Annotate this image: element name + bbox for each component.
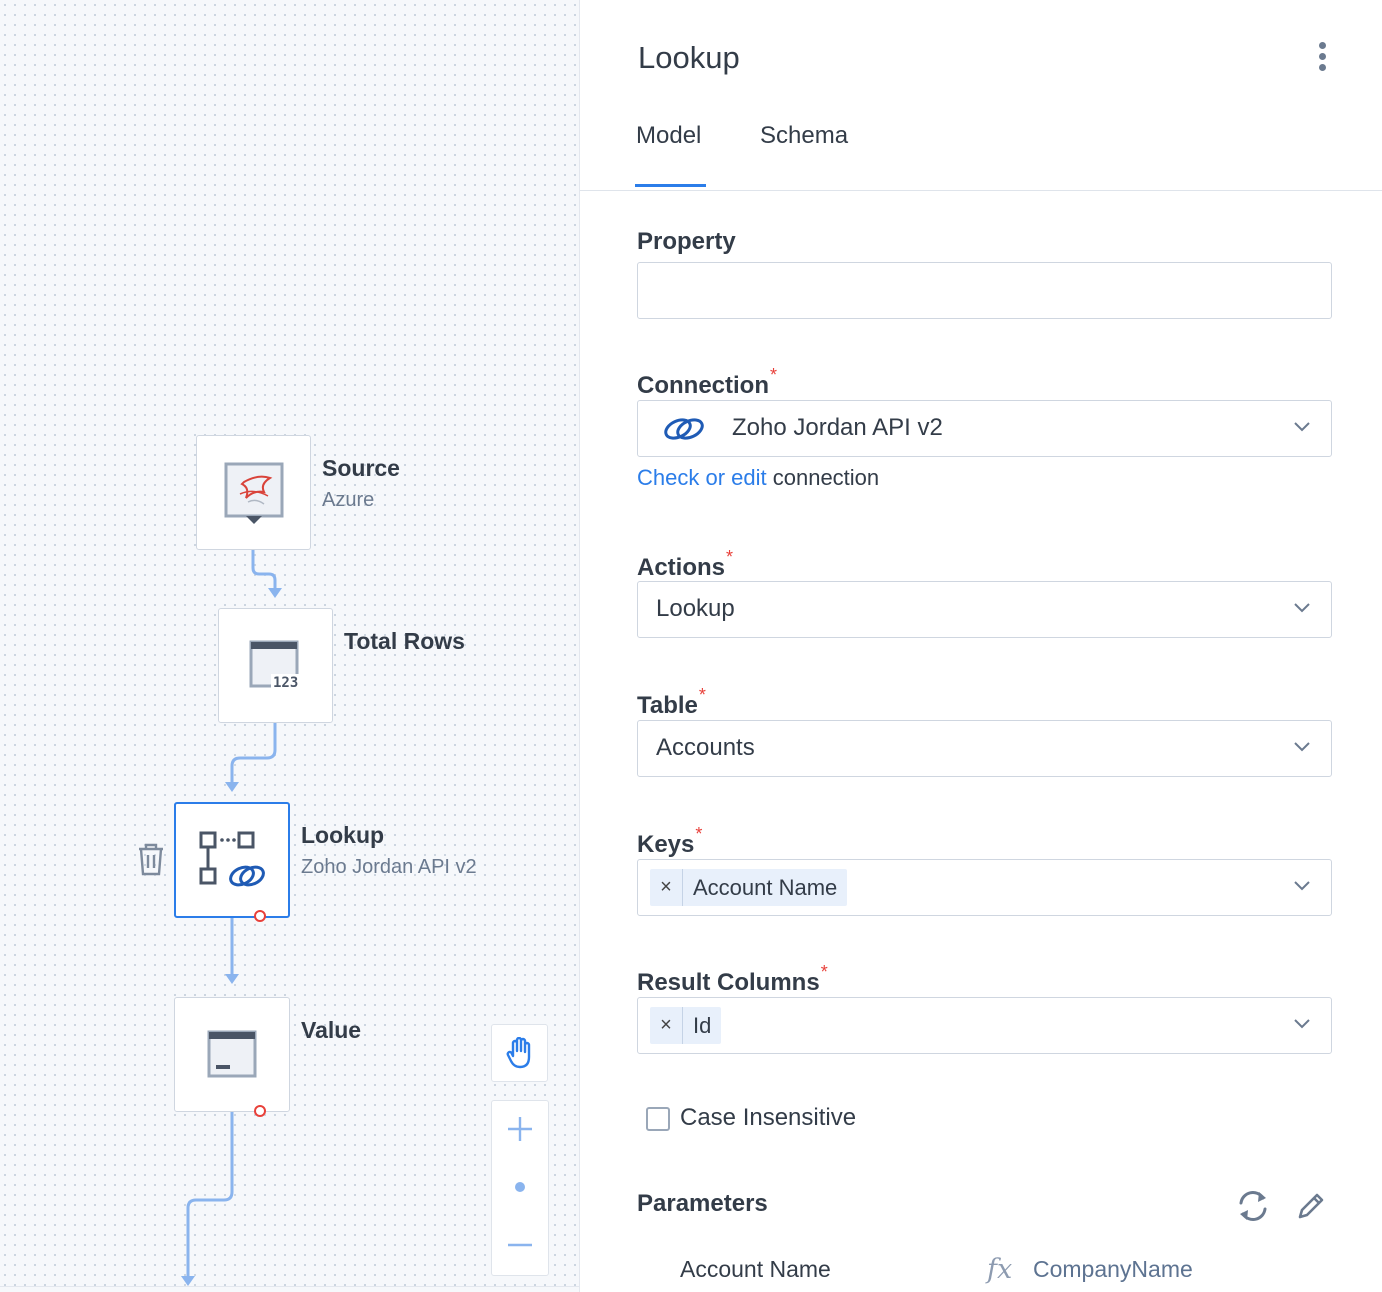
zoom-out-icon bbox=[508, 1243, 532, 1247]
keys-label: Keys* bbox=[637, 824, 703, 858]
hand-tool-button[interactable] bbox=[492, 1025, 548, 1081]
check-or-edit-link[interactable]: Check or edit bbox=[637, 465, 767, 490]
required-mark: * bbox=[695, 824, 703, 844]
more-options-icon[interactable] bbox=[1312, 40, 1332, 74]
table-value: Accounts bbox=[656, 734, 755, 761]
active-tab-indicator bbox=[635, 184, 706, 187]
zoom-reset-icon bbox=[515, 1182, 525, 1192]
lookup-node-title: Lookup bbox=[301, 822, 385, 848]
result-columns-select[interactable]: × Id bbox=[637, 997, 1332, 1054]
source-node-title: Source bbox=[322, 455, 400, 481]
chevron-down-icon bbox=[1294, 742, 1310, 752]
required-mark: * bbox=[726, 547, 734, 567]
edit-pencil-icon[interactable] bbox=[1293, 1188, 1329, 1224]
lookup-node-subtitle: Zoho Jordan API v2 bbox=[301, 856, 477, 878]
fx-icon[interactable]: fx bbox=[987, 1254, 1012, 1285]
chevron-down-icon bbox=[1294, 1019, 1310, 1029]
zoom-in-button[interactable] bbox=[492, 1101, 548, 1157]
zoom-reset-button[interactable] bbox=[492, 1159, 548, 1215]
tabs-divider bbox=[580, 190, 1382, 191]
actions-value: Lookup bbox=[656, 595, 735, 622]
chevron-down-icon bbox=[1294, 881, 1310, 891]
result-column-tag-label: Id bbox=[693, 1012, 712, 1038]
parameter-value[interactable]: CompanyName bbox=[1033, 1256, 1193, 1283]
zoom-out-button[interactable] bbox=[492, 1217, 548, 1273]
properties-panel: Lookup Model Schema Property Connection*… bbox=[580, 0, 1382, 1292]
source-node-subtitle: Azure bbox=[322, 489, 375, 511]
key-tag-label: Account Name bbox=[693, 874, 838, 900]
refresh-icon[interactable] bbox=[1235, 1188, 1271, 1224]
case-insensitive-checkbox[interactable] bbox=[646, 1107, 670, 1131]
connection-select[interactable]: Zoho Jordan API v2 bbox=[637, 400, 1332, 457]
keys-select[interactable]: × Account Name bbox=[637, 859, 1332, 916]
key-tag: × Account Name bbox=[650, 869, 848, 906]
parameter-name: Account Name bbox=[680, 1256, 831, 1282]
total-rows-node-title: Total Rows bbox=[344, 628, 465, 654]
connection-label: Connection* bbox=[637, 365, 778, 399]
zoom-controls bbox=[491, 1100, 549, 1276]
required-mark: * bbox=[698, 685, 706, 705]
source-node[interactable] bbox=[196, 435, 311, 550]
connection-value: Zoho Jordan API v2 bbox=[732, 414, 943, 441]
result-columns-label: Result Columns* bbox=[637, 962, 828, 996]
property-label: Property bbox=[637, 228, 736, 255]
panel-title: Lookup bbox=[638, 40, 740, 75]
required-mark: * bbox=[770, 365, 778, 385]
row-count-icon: 123 bbox=[249, 640, 303, 691]
hand-icon bbox=[506, 1037, 531, 1069]
actions-select[interactable]: Lookup bbox=[637, 581, 1332, 638]
parameters-label: Parameters bbox=[637, 1190, 768, 1217]
property-input[interactable] bbox=[637, 262, 1332, 319]
table-select[interactable]: Accounts bbox=[637, 720, 1332, 777]
lookup-icon bbox=[199, 831, 265, 887]
lookup-node[interactable] bbox=[174, 802, 290, 918]
trash-icon[interactable] bbox=[136, 842, 166, 876]
value-icon bbox=[207, 1030, 257, 1077]
actions-label: Actions* bbox=[637, 547, 734, 581]
remove-tag-icon[interactable]: × bbox=[650, 869, 683, 906]
table-label: Table* bbox=[637, 685, 706, 719]
remove-tag-icon[interactable]: × bbox=[650, 1007, 683, 1044]
zoom-in-icon bbox=[508, 1117, 532, 1141]
pan-tool[interactable] bbox=[491, 1024, 548, 1082]
case-insensitive-label[interactable]: Case Insensitive bbox=[680, 1104, 856, 1132]
svg-text:123: 123 bbox=[273, 675, 298, 691]
lookup-error-indicator[interactable] bbox=[254, 910, 266, 922]
tab-schema[interactable]: Schema bbox=[760, 122, 848, 150]
workflow-canvas[interactable]: Source Azure 123 Total Rows Lookup Zoho … bbox=[0, 0, 580, 1292]
total-rows-node[interactable]: 123 bbox=[218, 608, 333, 723]
connection-link-row: Check or edit connection bbox=[637, 465, 880, 490]
zoho-connection-icon bbox=[664, 418, 704, 440]
chevron-down-icon bbox=[1294, 603, 1310, 613]
tab-model[interactable]: Model bbox=[636, 122, 701, 150]
result-column-tag: × Id bbox=[650, 1007, 722, 1044]
canvas-bottom-divider bbox=[0, 1286, 579, 1287]
required-mark: * bbox=[820, 962, 828, 982]
chevron-down-icon bbox=[1294, 422, 1310, 432]
value-node-title: Value bbox=[301, 1017, 362, 1043]
sql-server-icon bbox=[224, 462, 283, 524]
value-error-indicator[interactable] bbox=[254, 1105, 266, 1117]
value-node[interactable] bbox=[174, 997, 290, 1112]
